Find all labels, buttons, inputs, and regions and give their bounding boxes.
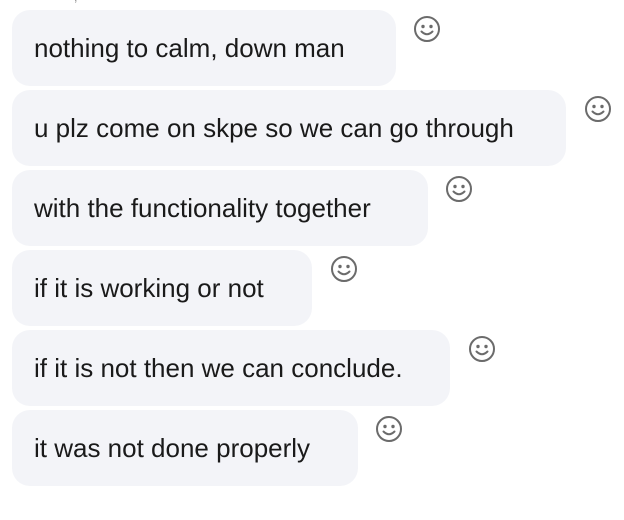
previous-message-text: — — , <box>30 0 80 4</box>
smiley-reaction-icon[interactable] <box>329 254 359 284</box>
smiley-reaction-icon[interactable] <box>467 334 497 364</box>
message-row: nothing to calm, down man <box>12 10 612 88</box>
message-bubble[interactable]: with the functionality together <box>12 170 428 246</box>
message-row: u plz come on skpe so we can go through <box>12 90 612 168</box>
message-bubble[interactable]: u plz come on skpe so we can go through <box>12 90 566 166</box>
smiley-reaction-icon[interactable] <box>444 174 474 204</box>
message-bubble[interactable]: if it is working or not <box>12 250 312 326</box>
message-row: if it is not then we can conclude. <box>12 330 612 408</box>
smiley-reaction-icon[interactable] <box>583 94 613 124</box>
message-bubble[interactable]: nothing to calm, down man <box>12 10 396 86</box>
message-row: it was not done properly <box>12 410 612 488</box>
smiley-reaction-icon[interactable] <box>412 14 442 44</box>
smiley-reaction-icon[interactable] <box>374 414 404 444</box>
message-row: if it is working or not <box>12 250 612 328</box>
previous-message-fragment: — — , <box>0 0 624 4</box>
message-row: with the functionality together <box>12 170 612 248</box>
message-bubble[interactable]: if it is not then we can conclude. <box>12 330 450 406</box>
message-bubble[interactable]: it was not done properly <box>12 410 358 486</box>
